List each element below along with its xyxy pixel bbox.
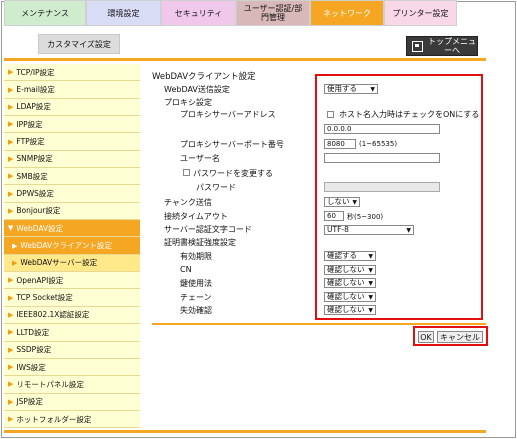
password-label: パスワード	[196, 183, 236, 192]
tab-printer-settings[interactable]: プリンター設定	[384, 0, 457, 26]
arrow-right-icon: ▶	[12, 241, 18, 250]
sidebar-item-webdav[interactable]: ▼ WebDAV設定	[4, 220, 140, 238]
tab-environment[interactable]: 環境設定	[86, 0, 161, 26]
proxy-setting-label: プロキシ設定	[164, 98, 212, 107]
form-divider	[152, 323, 486, 325]
arrow-right-icon: ▶	[8, 328, 14, 337]
sidebar-item-dpws[interactable]: ▶ DPWS設定	[4, 185, 140, 203]
arrow-right-icon: ▶	[8, 102, 14, 111]
arrow-right-icon: ▶	[8, 415, 14, 424]
tab-user-auth[interactable]: ユーザー認証/部門管理	[236, 0, 310, 26]
proxy-address-label: プロキシサーバーアドレス	[180, 110, 276, 119]
arrow-right-icon: ▶	[8, 206, 14, 215]
charset-label: サーバー認証文字コード	[164, 225, 252, 234]
sidebar-item-jsp[interactable]: ▶ JSP設定	[4, 393, 140, 411]
validity-label: 有効期限	[180, 252, 212, 261]
send-setting-label: WebDAV送信設定	[164, 85, 230, 94]
arrow-right-icon: ▶	[8, 293, 14, 302]
arrow-right-icon: ▶	[8, 276, 14, 285]
cert-strength-label: 証明書検証強度設定	[164, 238, 236, 247]
change-password-label: パスワードを変更する	[193, 169, 273, 178]
sidebar-item-tcpip[interactable]: ▶ TCP/IP設定	[4, 64, 140, 82]
header-divider	[4, 58, 486, 61]
sidebar-item-webdav-client[interactable]: ▶ WebDAVクライアント設定	[4, 237, 140, 255]
cancel-button[interactable]: キャンセル	[437, 331, 483, 343]
arrow-right-icon: ▶	[8, 345, 14, 354]
sidebar-item-smb[interactable]: ▶ SMB設定	[4, 168, 140, 186]
key-usage-label: 鍵使用法	[180, 279, 212, 288]
proxy-port-label: プロキシサーバーポート番号	[180, 140, 284, 149]
arrow-right-icon: ▶	[8, 189, 14, 198]
revocation-label: 失効確認	[180, 306, 212, 315]
sidebar-item-remote-panel[interactable]: ▶ リモートパネル設定	[4, 376, 140, 394]
sidebar-item-iws[interactable]: ▶ IWS設定	[4, 358, 140, 377]
tab-security[interactable]: セキュリティ	[161, 0, 236, 26]
arrow-right-icon: ▶	[8, 310, 14, 319]
tab-maintenance[interactable]: メンテナンス	[4, 0, 86, 26]
sidebar-item-hot-folder[interactable]: ▶ ホットフォルダー設定	[4, 410, 140, 429]
sidebar-item-webdav-server[interactable]: ▶ WebDAVサーバー設定	[4, 254, 140, 273]
arrow-right-icon: ▶	[8, 363, 14, 372]
arrow-right-icon: ▶	[8, 85, 14, 94]
sidebar-item-ieee8021x[interactable]: ▶ IEEE802.1X認証設定	[4, 306, 140, 325]
sidebar-item-openapi[interactable]: ▶ OpenAPI設定	[4, 272, 140, 290]
top-menu-label: トップメニューへ	[428, 37, 476, 55]
sidebar-item-lltd[interactable]: ▶ LLTD設定	[4, 324, 140, 342]
top-menu-icon	[412, 40, 423, 52]
sidebar-item-ipp[interactable]: ▶ IPP設定	[4, 116, 140, 134]
highlight-settings	[315, 74, 483, 320]
sidebar-item-tcp-socket[interactable]: ▶ TCP Socket設定	[4, 289, 140, 307]
footer-divider	[4, 430, 486, 433]
arrow-right-icon: ▶	[12, 258, 18, 267]
tab-customize[interactable]: カスタマイズ設定	[38, 34, 120, 54]
arrow-right-icon: ▶	[8, 120, 14, 129]
sidebar-item-ldap[interactable]: ▶ LDAP設定	[4, 98, 140, 117]
chain-label: チェーン	[180, 293, 212, 302]
cn-label: CN	[180, 265, 192, 274]
sidebar-item-snmp[interactable]: ▶ SNMP設定	[4, 150, 140, 169]
sidebar-item-ssdp[interactable]: ▶ SSDP設定	[4, 341, 140, 359]
arrow-right-icon: ▶	[8, 137, 14, 146]
arrow-right-icon: ▶	[8, 172, 14, 181]
sidebar-item-email[interactable]: ▶ E-mail設定	[4, 81, 140, 99]
username-label: ユーザー名	[180, 154, 220, 163]
top-menu-button[interactable]: トップメニューへ	[406, 36, 478, 56]
arrow-right-icon: ▶	[8, 154, 14, 163]
sidebar-item-ftp[interactable]: ▶ FTP設定	[4, 133, 140, 151]
timeout-label: 接続タイムアウト	[164, 212, 228, 221]
arrow-right-icon: ▶	[8, 397, 14, 406]
arrow-down-icon: ▼	[8, 224, 14, 233]
tab-network[interactable]: ネットワーク	[310, 0, 384, 26]
arrow-right-icon: ▶	[8, 380, 14, 389]
sidebar-item-bonjour[interactable]: ▶ Bonjour設定	[4, 202, 140, 221]
ok-button[interactable]: OK	[418, 331, 434, 343]
arrow-right-icon: ▶	[8, 68, 14, 77]
page-title: WebDAVクライアント設定	[152, 72, 256, 82]
sidebar: ▶ TCP/IP設定 ▶ E-mail設定 ▶ LDAP設定 ▶ IPP設定 ▶ FTP設…	[4, 64, 140, 429]
change-password-checkbox[interactable]	[183, 169, 190, 176]
chunk-label: チャンク送信	[164, 198, 212, 207]
